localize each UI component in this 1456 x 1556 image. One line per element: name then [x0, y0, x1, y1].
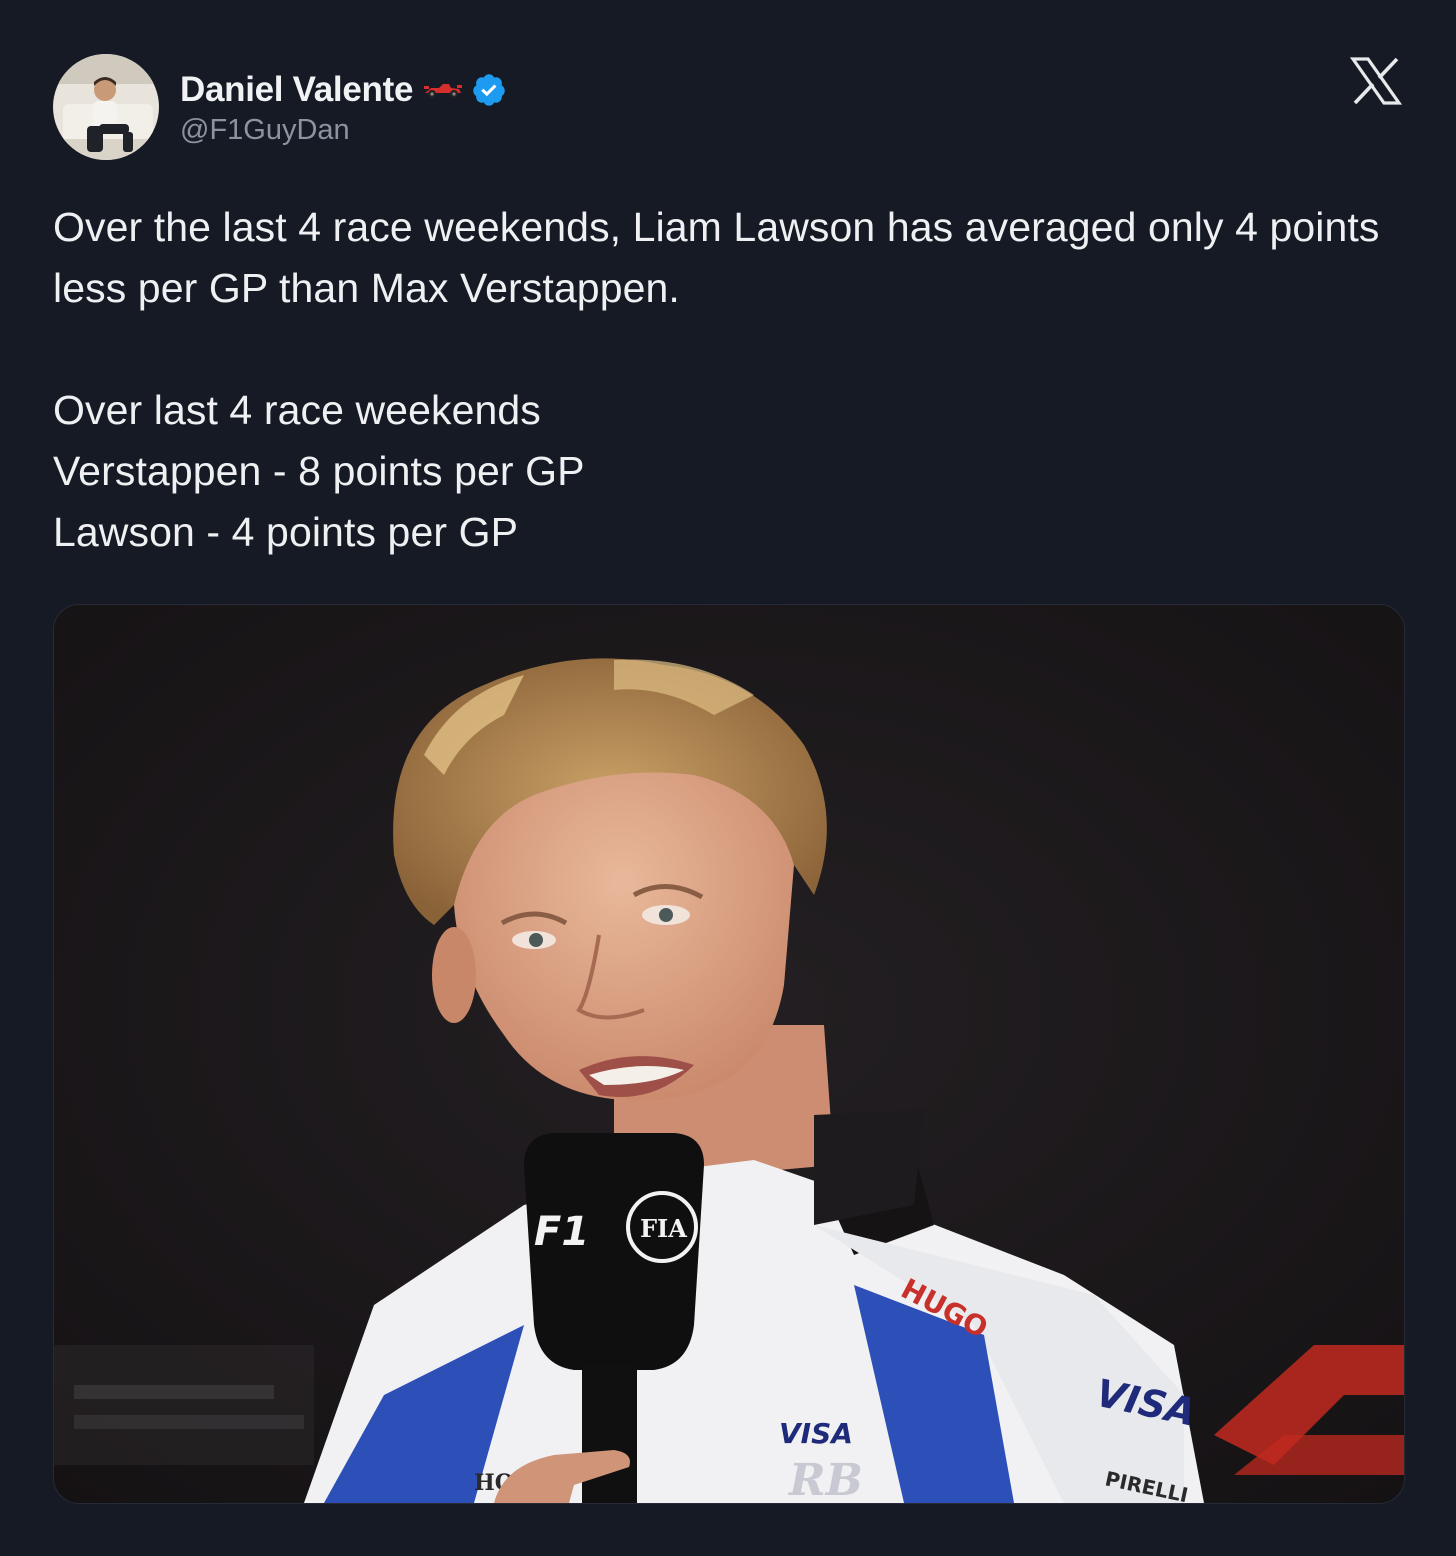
avatar[interactable] [53, 54, 159, 160]
verified-badge-icon [471, 72, 507, 108]
jacket-text: VISA [779, 1417, 853, 1450]
tweet-line: Over last 4 race weekends [53, 387, 541, 433]
tweet-paragraph: Over the last 4 race weekends, Liam Laws… [53, 204, 1380, 311]
tweet-line: Verstappen - 8 points per GP [53, 448, 585, 494]
x-logo-icon[interactable] [1349, 57, 1403, 105]
jacket-text: RB [787, 1455, 863, 1503]
mic-logo: FIA [640, 1214, 687, 1243]
tweet-text: Over the last 4 race weekends, Liam Laws… [53, 197, 1423, 563]
tweet-media-image[interactable]: HUGO VISA VISA RB HON PIRELLI [53, 604, 1405, 1504]
tweet-card: Daniel Valente @F1GuyDan Over the last 4… [0, 0, 1456, 1556]
tweet-line: Lawson - 4 points per GP [53, 509, 519, 555]
racing-car-icon [423, 79, 463, 101]
author-names: Daniel Valente @F1GuyDan [180, 68, 507, 147]
mic-logo: F1 [534, 1209, 589, 1255]
display-name[interactable]: Daniel Valente [180, 70, 413, 110]
name-row: Daniel Valente [180, 68, 507, 112]
author-handle[interactable]: @F1GuyDan [180, 114, 507, 147]
tweet-header: Daniel Valente @F1GuyDan [53, 54, 507, 160]
